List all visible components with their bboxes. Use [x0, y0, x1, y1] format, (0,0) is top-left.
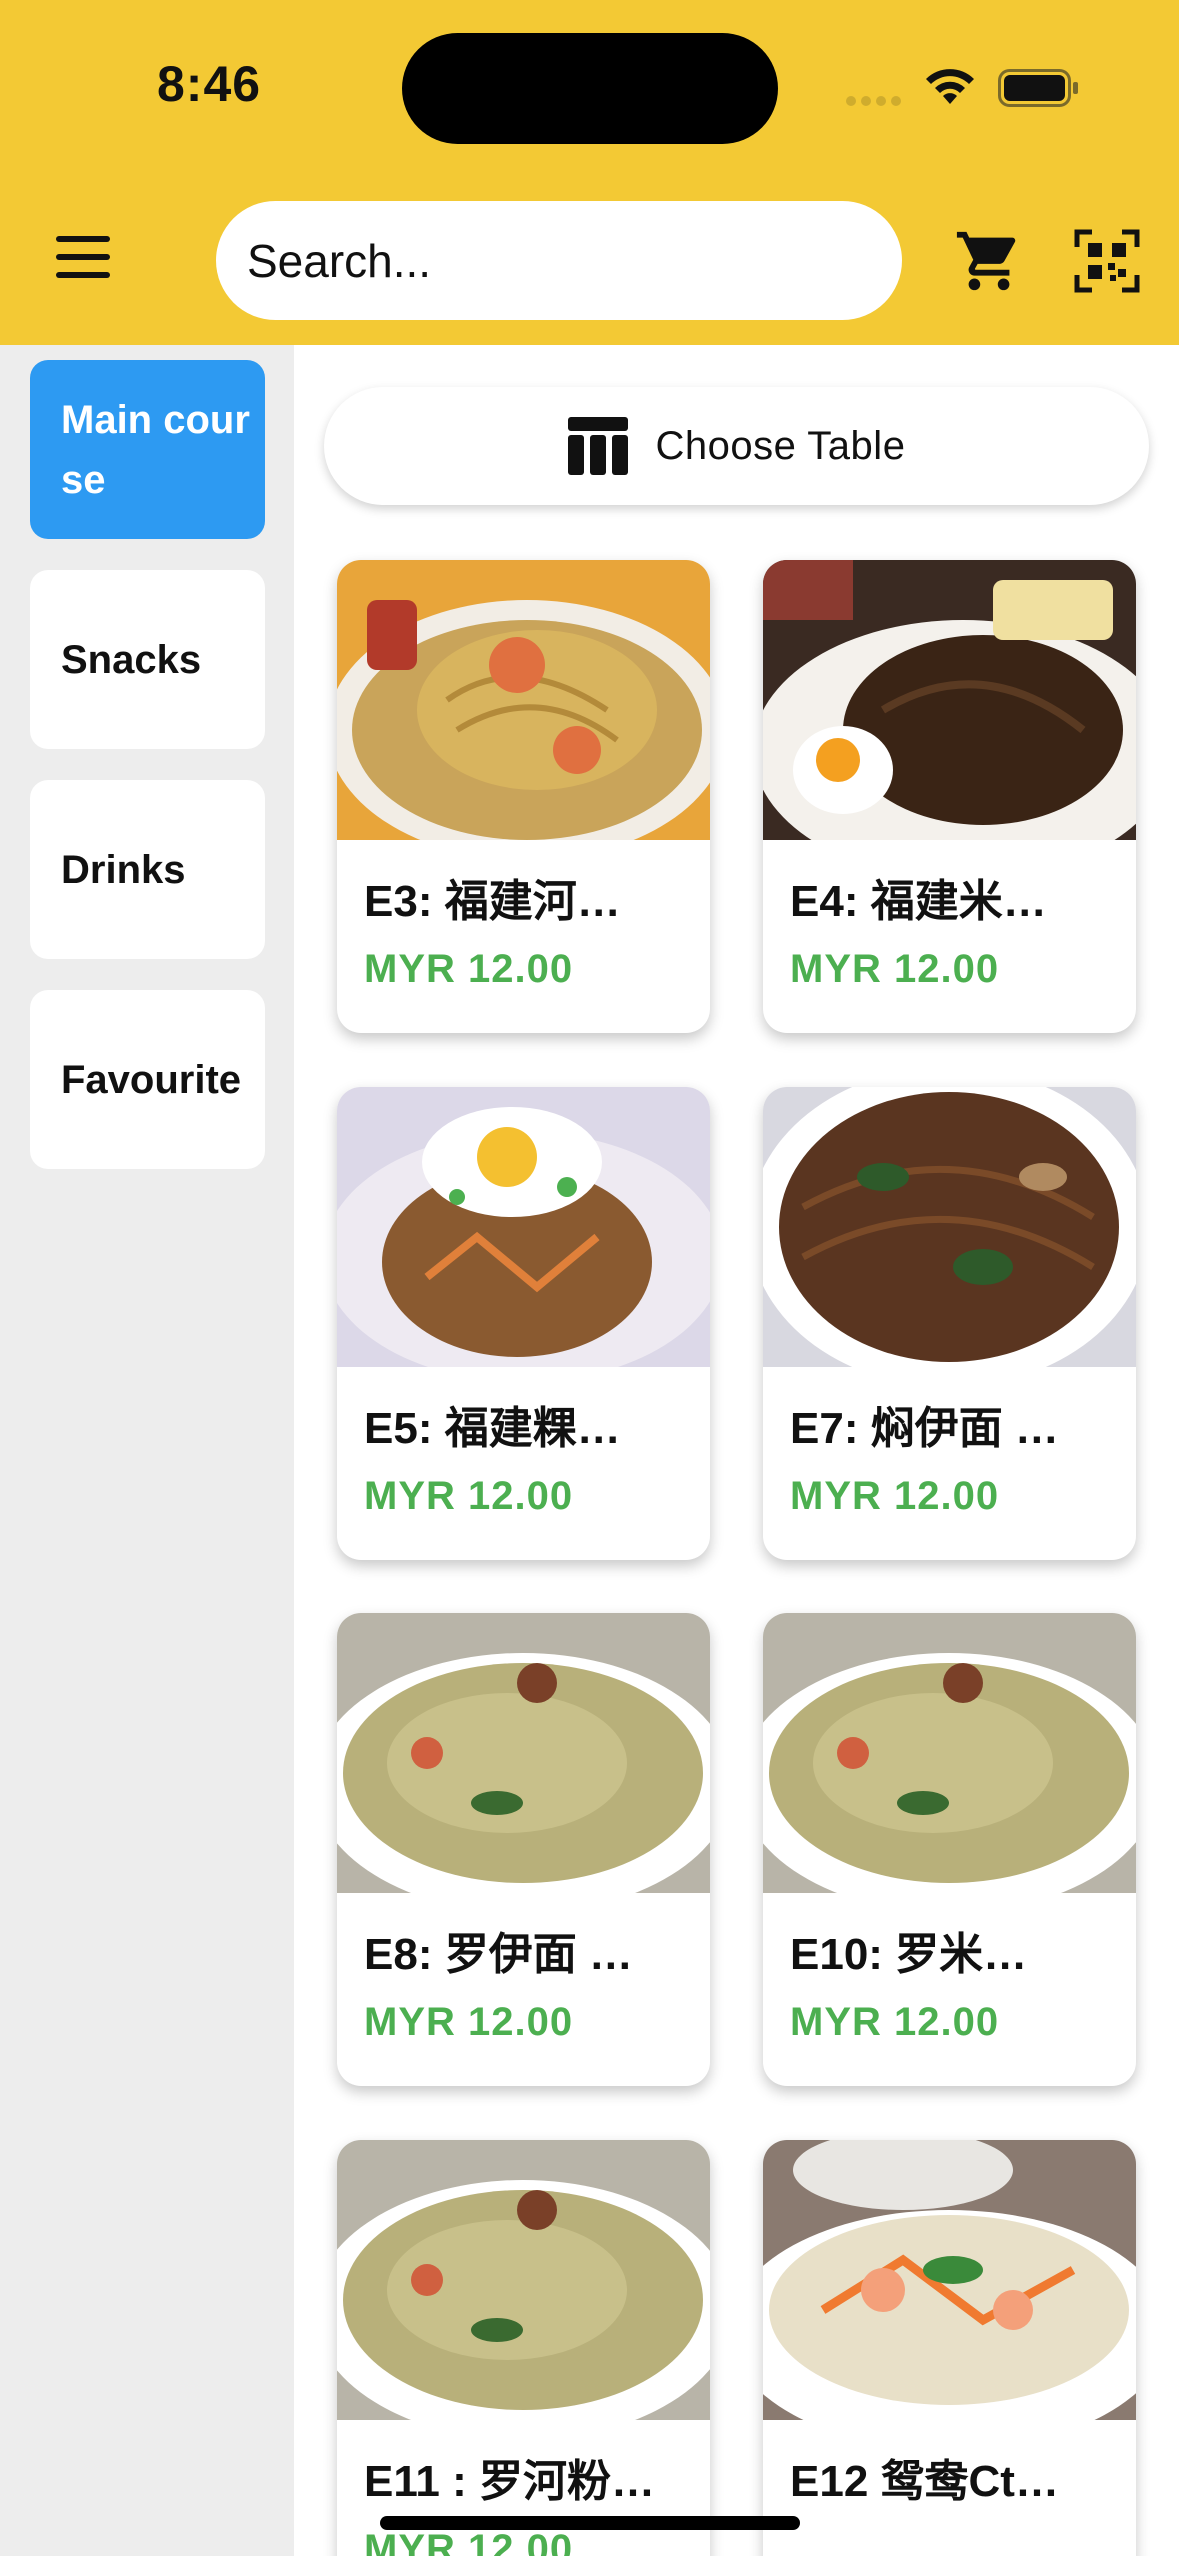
category-snacks[interactable]: Snacks: [30, 570, 265, 749]
category-sidebar: Main course Snacks Drinks Favourite: [0, 345, 294, 2556]
item-name: E12 鸳鸯Ct…: [790, 2457, 1059, 2506]
menu-item-card[interactable]: E7: 焖伊面 … MYR 12.00: [763, 1087, 1136, 1560]
item-price: MYR 12.00: [364, 2000, 574, 2044]
food-image: [763, 560, 1136, 840]
food-image: [763, 1087, 1136, 1367]
item-name: E3: 福建河…: [364, 877, 621, 926]
item-name: E11 : 罗河粉…: [364, 2457, 655, 2506]
menu-item-card[interactable]: E4: 福建米… MYR 12.00: [763, 560, 1136, 1033]
item-price: MYR 12.00: [790, 1474, 1000, 1518]
choose-table-label: Choose Table: [655, 423, 906, 468]
qr-scan-icon[interactable]: [1074, 229, 1140, 293]
item-name: E10: 罗米…: [790, 1930, 1028, 1979]
app-screen: 8:46 Search... Main course Snacks Drinks…: [0, 0, 1179, 2556]
food-image: [337, 560, 710, 840]
food-image: [763, 2140, 1136, 2420]
home-indicator: [380, 2516, 800, 2530]
menu-icon-line: [56, 272, 110, 278]
menu-content: Choose Table E3: 福建河… MYR 12.00 E4: 福建米……: [294, 345, 1179, 2556]
category-favourite[interactable]: Favourite: [30, 990, 265, 1169]
menu-item-card[interactable]: E3: 福建河… MYR 12.00: [337, 560, 710, 1033]
item-price: MYR 12.00: [364, 1474, 574, 1518]
menu-icon: [56, 236, 110, 242]
cart-icon[interactable]: [951, 226, 1027, 296]
category-drinks[interactable]: Drinks: [30, 780, 265, 959]
cellular-signal-icon: [846, 96, 901, 106]
menu-item-card[interactable]: E11 : 罗河粉… MYR 12.00: [337, 2140, 710, 2556]
item-price: MYR 12.00: [364, 947, 574, 991]
table-icon: [567, 417, 628, 475]
choose-table-button[interactable]: Choose Table: [324, 387, 1149, 505]
battery-icon: [998, 69, 1078, 107]
header-bar: 8:46: [0, 0, 1179, 345]
search-bar[interactable]: [216, 201, 902, 320]
item-price: MYR 12.00: [364, 2527, 574, 2556]
menu-item-card[interactable]: E5: 福建粿… MYR 12.00: [337, 1087, 710, 1560]
search-input[interactable]: [247, 233, 847, 288]
item-price: MYR 12.00: [790, 947, 1000, 991]
item-name: E7: 焖伊面 …: [790, 1404, 1059, 1453]
menu-item-card[interactable]: E12 鸳鸯Ct…: [763, 2140, 1136, 2556]
wifi-icon: [926, 69, 974, 104]
food-image: [763, 1613, 1136, 1893]
item-name: E5: 福建粿…: [364, 1404, 621, 1453]
category-main-course[interactable]: Main course: [30, 360, 265, 539]
item-price: MYR 12.00: [790, 2000, 1000, 2044]
dynamic-island: [402, 33, 778, 144]
food-image: [337, 1613, 710, 1893]
item-name: E4: 福建米…: [790, 877, 1047, 926]
menu-item-card[interactable]: E8: 罗伊面 … MYR 12.00: [337, 1613, 710, 2086]
food-image: [337, 2140, 710, 2420]
menu-icon-line: [56, 254, 110, 260]
item-name: E8: 罗伊面 …: [364, 1930, 633, 1979]
menu-item-card[interactable]: E10: 罗米… MYR 12.00: [763, 1613, 1136, 2086]
status-time: 8:46: [157, 56, 262, 112]
menu-button[interactable]: [54, 232, 114, 282]
food-image: [337, 1087, 710, 1367]
